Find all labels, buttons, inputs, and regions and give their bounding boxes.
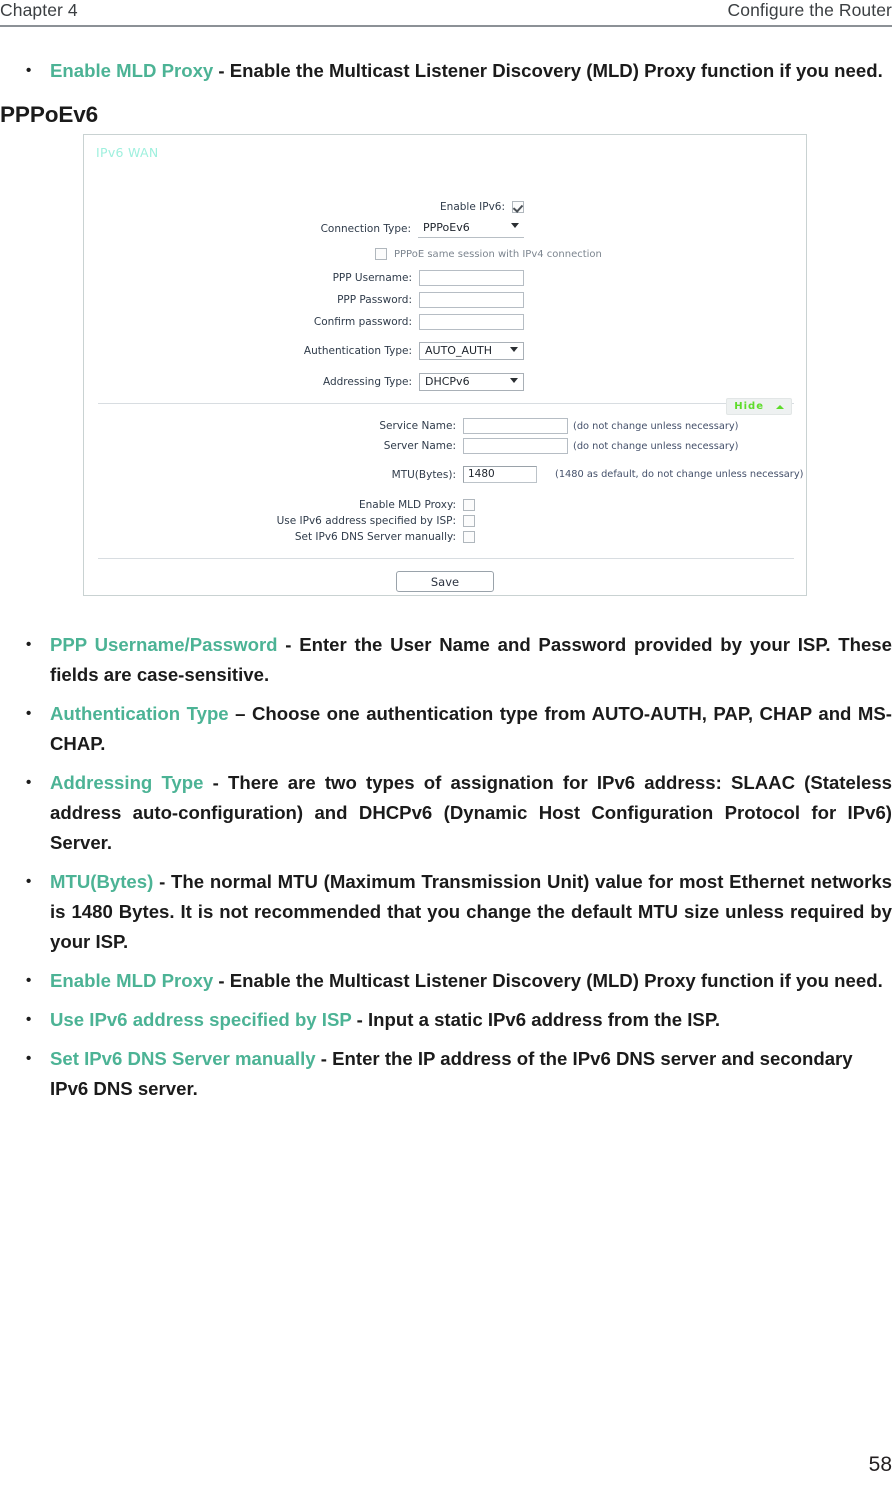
bullet-text: - Input a static IPv6 address from the I… [351,1009,720,1030]
bullet-mtu-bytes: MTU(Bytes) - The normal MTU (Maximum Tra… [0,867,892,957]
row-addressing-type: Addressing Type: DHCPv6 [84,373,524,391]
bullet-term: MTU(Bytes) [50,871,154,892]
bullet-use-ipv6-isp: Use IPv6 address specified by ISP - Inpu… [0,1005,892,1035]
connection-type-select[interactable]: PPPoEv6 [418,219,524,238]
hide-button[interactable]: Hide [726,398,792,415]
server-name-input[interactable] [463,438,568,454]
top-bullet-list: Enable MLD Proxy - Enable the Multicast … [0,56,892,86]
use-ipv6-isp-label: Use IPv6 address specified by ISP: [276,515,456,527]
bullet-text: - The normal MTU (Maximum Transmission U… [50,871,892,952]
page-content: Enable MLD Proxy - Enable the Multicast … [0,56,892,1113]
same-session-label: PPPoE same session with IPv4 connection [394,248,602,260]
confirm-password-label: Confirm password: [313,316,412,328]
bullet-ppp-username-password: PPP Username/Password - Enter the User N… [0,630,892,690]
bullet-text: - Enable the Multicast Listener Discover… [213,60,883,81]
set-ipv6-dns-checkbox[interactable] [463,531,475,543]
bullet-term: Addressing Type [50,772,204,793]
header-chapter: Chapter 4 [0,0,78,20]
bullet-addressing-type: Addressing Type - There are two types of… [0,768,892,858]
ppp-password-input[interactable] [419,292,524,308]
bullet-set-ipv6-dns: Set IPv6 DNS Server manually - Enter the… [0,1044,892,1104]
addressing-type-label: Addressing Type: [322,376,412,388]
ppp-password-label: PPP Password: [337,294,412,306]
page-title: PPPoEv6 [0,102,99,127]
set-ipv6-dns-label: Set IPv6 DNS Server manually: [294,531,456,543]
bullet-term: Set IPv6 DNS Server manually [50,1048,316,1069]
row-ppp-username: PPP Username: [84,270,524,286]
server-name-label: Server Name: [383,440,456,452]
enable-mld-proxy-checkbox[interactable] [463,499,475,511]
bullet-term: Enable MLD Proxy [50,60,214,81]
confirm-password-input[interactable] [419,314,524,330]
authentication-type-select[interactable]: AUTO_AUTH [419,342,524,360]
same-session-checkbox[interactable] [375,248,387,260]
panel-title: IPv6 WAN [96,145,159,160]
bullet-enable-mld-proxy-top: Enable MLD Proxy - Enable the Multicast … [0,56,892,86]
row-set-ipv6-dns: Set IPv6 DNS Server manually: [84,531,475,543]
row-server-name: Server Name: (do not change unless neces… [84,438,738,454]
enable-ipv6-label: Enable IPv6: [440,201,505,213]
bullet-term: Authentication Type [50,703,229,724]
ipv6-wan-panel: IPv6 WAN Enable IPv6: Connection Type: P… [83,134,807,596]
mtu-label: MTU(Bytes): [391,468,456,481]
row-same-session: PPPoE same session with IPv4 connection [375,248,602,260]
authentication-type-label: Authentication Type: [303,345,412,357]
connection-type-label: Connection Type: [320,222,411,235]
enable-mld-proxy-label: Enable MLD Proxy: [359,499,456,511]
addressing-type-select[interactable]: DHCPv6 [419,373,524,391]
server-name-hint: (do not change unless necessary) [573,440,739,452]
bullet-term: PPP Username/Password [50,634,278,655]
ppp-username-label: PPP Username: [332,272,412,284]
service-name-hint: (do not change unless necessary) [573,420,739,432]
enable-ipv6-checkbox[interactable] [512,201,524,213]
running-header: Chapter 4 Configure the Router [0,0,892,26]
router-screenshot-figure: IPv6 WAN Enable IPv6: Connection Type: P… [83,134,809,596]
mtu-hint: (1480 as default, do not change unless n… [555,469,804,480]
header-section: Configure the Router [727,0,892,20]
chevron-down-icon [511,223,519,228]
addressing-type-value: DHCPv6 [425,375,470,388]
header-divider [0,25,892,27]
mtu-input[interactable]: 1480 [463,466,537,483]
authentication-type-value: AUTO_AUTH [425,344,493,357]
service-name-input[interactable] [463,418,568,434]
bullet-term: Use IPv6 address specified by ISP [50,1009,352,1030]
row-enable-mld-proxy: Enable MLD Proxy: [84,499,475,511]
row-use-ipv6-isp: Use IPv6 address specified by ISP: [84,515,475,527]
page-number: 58 [868,1453,892,1476]
chevron-down-icon [510,347,518,352]
chevron-up-icon [776,404,784,409]
panel-divider-bottom [98,558,794,559]
description-bullet-list: PPP Username/Password - Enter the User N… [0,630,892,1104]
panel-divider-top [98,403,794,404]
bullet-text: - Enable the Multicast Listener Discover… [213,970,883,991]
row-mtu: MTU(Bytes): 1480 (1480 as default, do no… [84,466,803,483]
row-enable-ipv6: Enable IPv6: [84,201,524,213]
connection-type-value: PPPoEv6 [423,221,470,234]
chevron-down-icon [510,378,518,383]
hide-button-label: Hide [734,401,764,412]
row-connection-type: Connection Type: PPPoEv6 [84,219,524,238]
row-service-name: Service Name: (do not change unless nece… [84,418,738,434]
service-name-label: Service Name: [379,420,456,432]
ppp-username-input[interactable] [419,270,524,286]
row-confirm-password: Confirm password: [84,314,524,330]
row-authentication-type: Authentication Type: AUTO_AUTH [84,342,524,360]
bullet-enable-mld-proxy: Enable MLD Proxy - Enable the Multicast … [0,966,892,996]
bullet-term: Enable MLD Proxy [50,970,214,991]
save-button-label: Save [430,574,460,589]
save-button[interactable]: Save [396,571,494,592]
row-ppp-password: PPP Password: [84,292,524,308]
bullet-authentication-type: Authentication Type – Choose one authent… [0,699,892,759]
use-ipv6-isp-checkbox[interactable] [463,515,475,527]
